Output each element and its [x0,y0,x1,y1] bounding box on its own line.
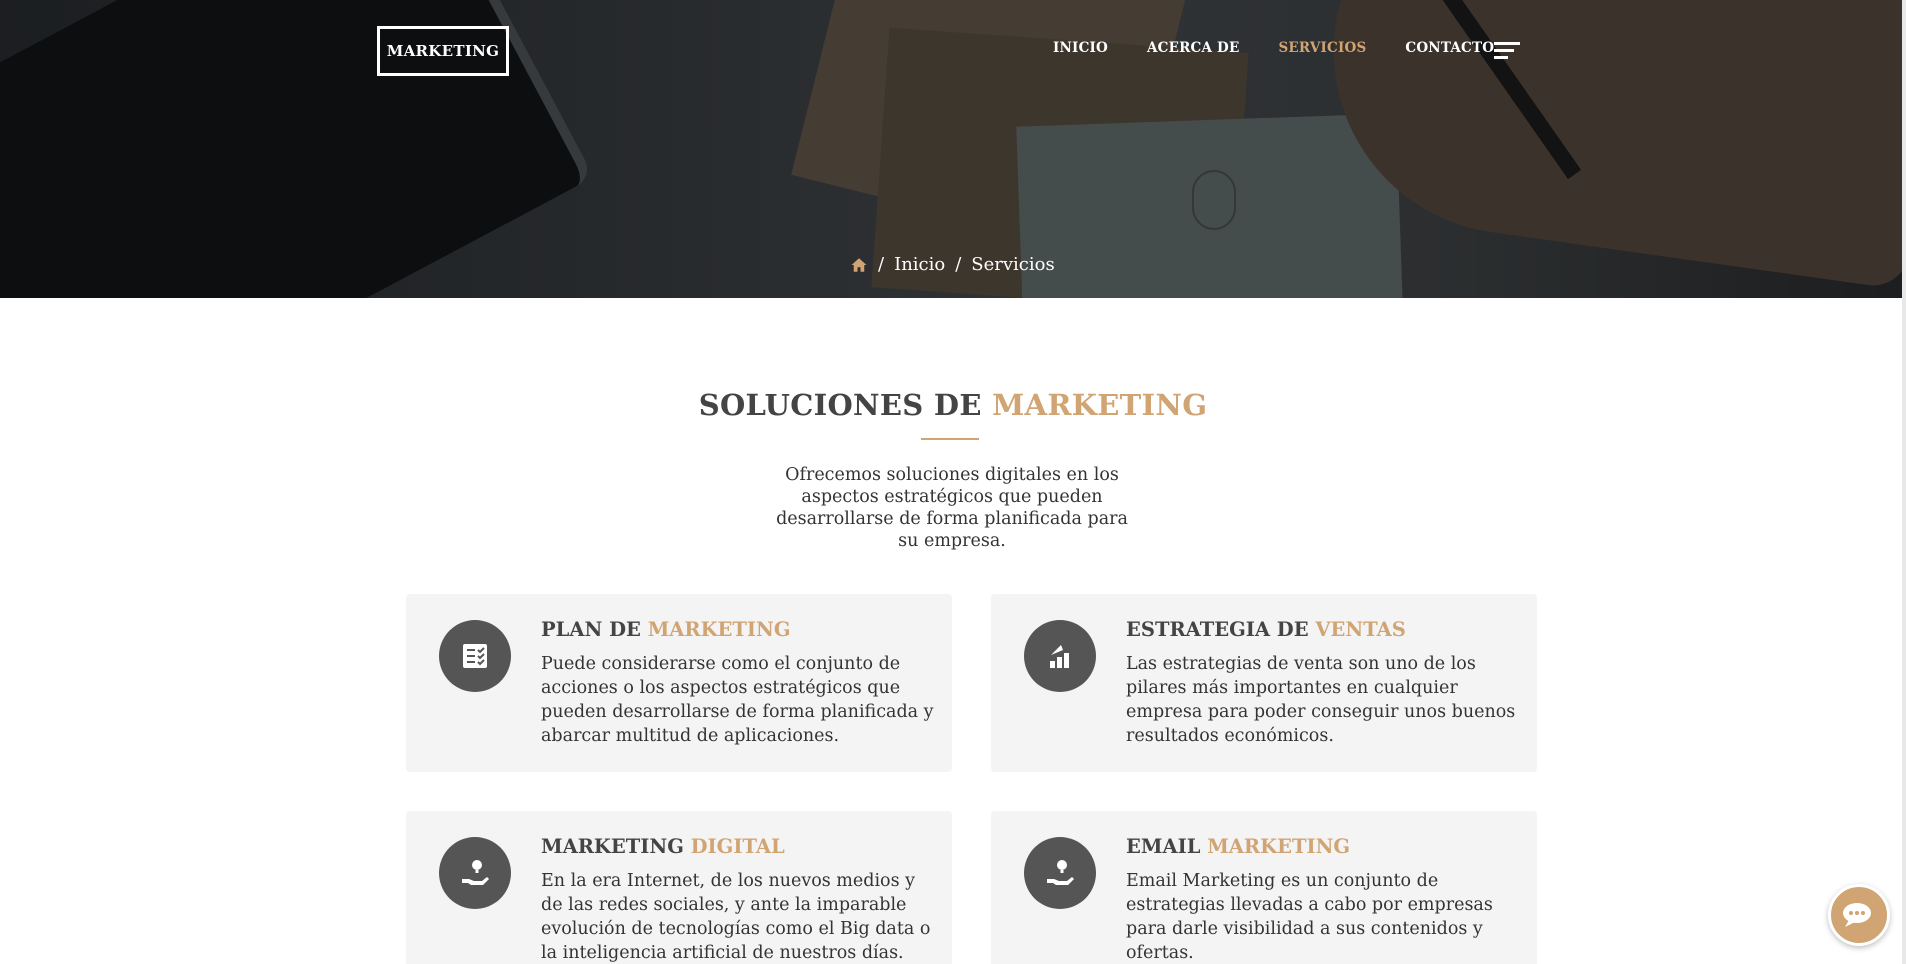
card-text: En la era Internet, de los nuevos medios… [541,871,931,963]
card-text: Email Marketing es un conjunto de estrat… [1126,871,1493,963]
card-title: PLAN DE MARKETING [541,618,791,641]
section-lead: Ofrecemos soluciones digitales en los as… [776,465,1128,551]
service-card-marketing-digital: MARKETING DIGITAL En la era Internet, de… [406,811,952,964]
nav-acerca-de[interactable]: ACERCA DE [1147,40,1239,56]
card-title-accent: DIGITAL [690,835,785,858]
card-title-main: EMAIL [1126,835,1201,858]
chat-bubble-icon[interactable] [1828,884,1890,946]
checklist-icon [439,620,511,692]
breadcrumb-separator: / [878,254,885,275]
section-title-main: SOLUCIONES DE [698,388,982,422]
hand-idea-icon [439,837,511,909]
nav-servicios[interactable]: SERVICIOS [1278,40,1366,56]
card-title-main: MARKETING [541,835,684,858]
card-title: EMAIL MARKETING [1126,835,1350,858]
breadcrumb-servicios: Servicios [971,254,1055,275]
site-logo[interactable]: MARKETING [377,26,509,76]
section-title-accent: MARKETING [992,388,1208,422]
section-title: SOLUCIONES DE MARKETING [0,388,1906,422]
card-title-accent: VENTAS [1315,618,1406,641]
nav-inicio[interactable]: INICIO [1053,40,1108,56]
service-card-plan-marketing: PLAN DE MARKETING Puede considerarse com… [406,594,952,772]
card-title-main: PLAN DE [541,618,641,641]
card-text: Las estrategias de venta son uno de los … [1126,654,1516,746]
breadcrumb: / Inicio / Servicios [850,254,1055,275]
card-title: MARKETING DIGITAL [541,835,785,858]
card-title-main: ESTRATEGIA DE [1126,618,1309,641]
main-nav: INICIO ACERCA DE SERVICIOS CONTACTO [1053,40,1533,56]
hand-idea-icon [1024,837,1096,909]
card-title: ESTRATEGIA DE VENTAS [1126,618,1406,641]
page-scrollbar[interactable] [1902,0,1906,964]
hamburger-icon[interactable] [1494,42,1520,60]
service-card-estrategia-ventas: ESTRATEGIA DE VENTAS Las estrategias de … [991,594,1537,772]
breadcrumb-separator: / [955,254,962,275]
card-text: Puede considerarse como el conjunto de a… [541,654,934,746]
home-icon[interactable] [850,256,868,274]
card-title-accent: MARKETING [647,618,791,641]
nav-contacto[interactable]: CONTACTO [1405,40,1494,56]
breadcrumb-inicio[interactable]: Inicio [894,254,945,275]
card-title-accent: MARKETING [1207,835,1351,858]
title-divider [921,438,979,440]
service-card-email-marketing: EMAIL MARKETING Email Marketing es un co… [991,811,1537,964]
growth-chart-icon [1024,620,1096,692]
